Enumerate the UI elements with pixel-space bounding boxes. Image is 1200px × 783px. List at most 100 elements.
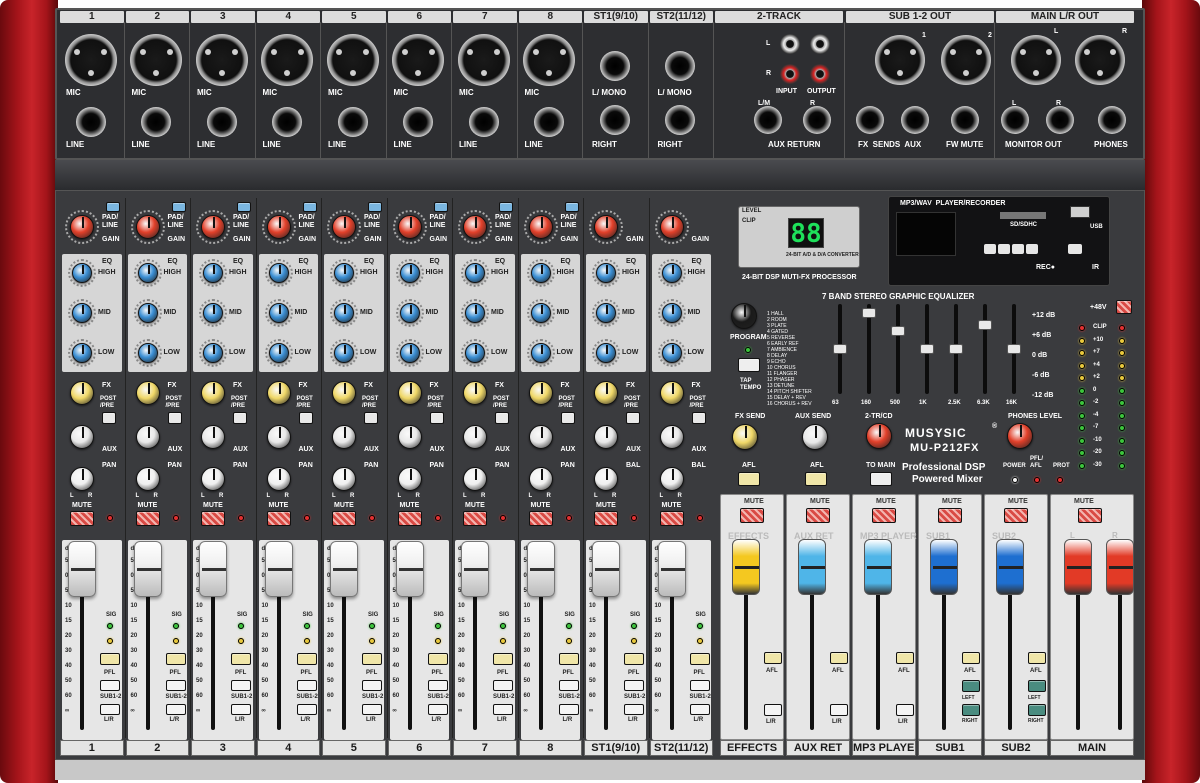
post-pre-button-ST1910[interactable] bbox=[626, 412, 640, 424]
group-fader-EFFECTS[interactable] bbox=[732, 539, 760, 595]
lr-button-1[interactable] bbox=[100, 704, 120, 715]
group-lr-button-MP3PLAYER[interactable] bbox=[896, 704, 914, 716]
master-fx-send-knob[interactable] bbox=[732, 424, 758, 450]
aux-send-jack[interactable] bbox=[901, 106, 929, 134]
stereo-right-input-1[interactable] bbox=[599, 105, 630, 135]
aux-send-knob-3[interactable] bbox=[201, 425, 225, 449]
geq-fader-2.5K[interactable] bbox=[949, 344, 963, 354]
lr-button-ST1910[interactable] bbox=[624, 704, 644, 715]
master-aux-send-knob[interactable] bbox=[802, 424, 828, 450]
group-right-button-SUB2[interactable] bbox=[1028, 704, 1046, 716]
geq-fader-16K[interactable] bbox=[1007, 344, 1021, 354]
aux-afl-button[interactable] bbox=[805, 472, 827, 486]
gain-knob-2[interactable] bbox=[135, 215, 160, 239]
sub12-button-3[interactable] bbox=[231, 680, 251, 691]
eq-high-knob-ST21112[interactable] bbox=[661, 263, 682, 283]
pfl-button-2[interactable] bbox=[165, 653, 186, 665]
pfl-button-3[interactable] bbox=[231, 653, 251, 665]
fader-cap-6[interactable] bbox=[395, 541, 424, 597]
rca-jack[interactable] bbox=[810, 34, 830, 54]
fx-send-knob-3[interactable] bbox=[201, 381, 225, 405]
post-pre-button-1[interactable] bbox=[102, 412, 116, 424]
monitor-out-l[interactable] bbox=[1001, 106, 1029, 134]
eq-high-knob-6[interactable] bbox=[399, 263, 420, 283]
phones-level-knob[interactable] bbox=[1007, 423, 1033, 449]
group-afl-button-EFFECTS[interactable] bbox=[764, 652, 782, 664]
line-input-5[interactable] bbox=[337, 107, 368, 137]
mp3-play-button[interactable] bbox=[1068, 244, 1082, 254]
mute-button-3[interactable] bbox=[201, 511, 225, 526]
gain-knob-ST21112[interactable] bbox=[659, 215, 684, 239]
mute-button-4[interactable] bbox=[266, 511, 291, 526]
group-mute-button-SUB1[interactable] bbox=[938, 508, 962, 523]
mute-button-8[interactable] bbox=[528, 511, 553, 526]
eq-low-knob-6[interactable] bbox=[399, 343, 420, 363]
lr-button-ST21112[interactable] bbox=[689, 704, 710, 715]
eq-low-knob-4[interactable] bbox=[268, 343, 289, 363]
mp3-stop-button[interactable] bbox=[1012, 244, 1024, 254]
group-lr-button-AUXRET[interactable] bbox=[830, 704, 848, 716]
geq-fader-63[interactable] bbox=[833, 344, 847, 354]
pan-knob-7[interactable] bbox=[463, 467, 487, 491]
fx-send-knob-4[interactable] bbox=[266, 381, 291, 405]
xlr-sub-out-2[interactable] bbox=[941, 35, 991, 85]
lr-button-7[interactable] bbox=[493, 704, 513, 715]
mp3-prev-button[interactable] bbox=[984, 244, 996, 254]
eq-high-knob-2[interactable] bbox=[137, 263, 158, 283]
eq-low-knob-ST21112[interactable] bbox=[661, 343, 682, 363]
eq-high-knob-ST1910[interactable] bbox=[596, 263, 616, 283]
xlr-main-out-r[interactable] bbox=[1075, 35, 1125, 85]
gain-knob-ST1910[interactable] bbox=[594, 215, 618, 239]
group-fader-AUXRET[interactable] bbox=[798, 539, 826, 595]
gain-knob-3[interactable] bbox=[201, 215, 225, 239]
phones-jack[interactable] bbox=[1098, 106, 1126, 134]
fader-cap-4[interactable] bbox=[264, 541, 293, 597]
eq-high-knob-5[interactable] bbox=[334, 263, 354, 283]
group-lr-button-EFFECTS[interactable] bbox=[764, 704, 782, 716]
pfl-button-6[interactable] bbox=[427, 653, 448, 665]
aux-send-knob-1[interactable] bbox=[70, 425, 94, 449]
fx-send-knob-ST21112[interactable] bbox=[659, 381, 684, 405]
mute-button-ST1910[interactable] bbox=[594, 511, 618, 526]
group-right-button-SUB1[interactable] bbox=[962, 704, 980, 716]
tap-tempo-button[interactable] bbox=[738, 358, 760, 372]
post-pre-button-8[interactable] bbox=[560, 412, 575, 424]
to-main-button[interactable] bbox=[870, 472, 892, 486]
eq-high-knob-4[interactable] bbox=[268, 263, 289, 283]
group-mute-button-AUXRET[interactable] bbox=[806, 508, 830, 523]
fx-afl-button[interactable] bbox=[738, 472, 760, 486]
geq-fader-6.3K[interactable] bbox=[978, 320, 992, 330]
eq-mid-knob-ST1910[interactable] bbox=[596, 303, 616, 323]
dsp-program-knob[interactable] bbox=[731, 303, 757, 329]
fader-cap-5[interactable] bbox=[330, 541, 358, 597]
main-mute-button[interactable] bbox=[1078, 508, 1102, 523]
sub12-button-7[interactable] bbox=[493, 680, 513, 691]
group-left-button-SUB2[interactable] bbox=[1028, 680, 1046, 692]
gain-knob-8[interactable] bbox=[528, 215, 553, 239]
aux-send-knob-5[interactable] bbox=[332, 425, 356, 449]
sub12-button-ST1910[interactable] bbox=[624, 680, 644, 691]
sub12-button-5[interactable] bbox=[362, 680, 382, 691]
lr-button-3[interactable] bbox=[231, 704, 251, 715]
lr-button-8[interactable] bbox=[558, 704, 579, 715]
fader-cap-1[interactable] bbox=[68, 541, 96, 597]
fx-send-knob-8[interactable] bbox=[528, 381, 553, 405]
pfl-button-5[interactable] bbox=[362, 653, 382, 665]
line-input-7[interactable] bbox=[468, 107, 499, 137]
post-pre-button-2[interactable] bbox=[167, 412, 182, 424]
balance-knob-ST1910[interactable] bbox=[594, 467, 618, 491]
group-afl-button-AUXRET[interactable] bbox=[830, 652, 848, 664]
fx-send-knob-2[interactable] bbox=[135, 381, 160, 405]
group-fader-MP3PLAYER[interactable] bbox=[864, 539, 892, 595]
pan-knob-3[interactable] bbox=[201, 467, 225, 491]
xlr-input-1[interactable] bbox=[64, 34, 117, 86]
fx-send-knob-7[interactable] bbox=[463, 381, 487, 405]
group-afl-button-SUB1[interactable] bbox=[962, 652, 980, 664]
fader-cap-8[interactable] bbox=[526, 541, 555, 597]
gain-knob-6[interactable] bbox=[397, 215, 422, 239]
sub12-button-ST21112[interactable] bbox=[689, 680, 710, 691]
usb-port[interactable] bbox=[1070, 206, 1090, 218]
pan-knob-2[interactable] bbox=[135, 467, 160, 491]
xlr-input-6[interactable] bbox=[392, 34, 445, 86]
pad-button-6[interactable] bbox=[433, 202, 448, 212]
